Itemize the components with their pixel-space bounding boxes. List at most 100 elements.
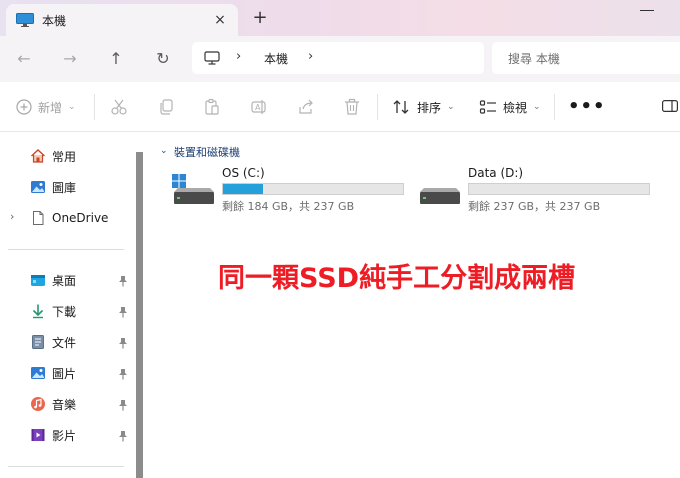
download-arrow-icon <box>32 304 44 319</box>
command-bar: 新增 ⌄ A 排序 ⌄ 檢視 ⌄ ••• <box>0 82 680 132</box>
sidebar-scrollbar[interactable] <box>136 152 143 478</box>
view-label: 檢視 <box>503 100 528 115</box>
sidebar-item-label: 圖庫 <box>52 180 77 195</box>
details-pane-icon[interactable] <box>662 100 678 112</box>
home-icon <box>31 149 45 163</box>
content-pane: ⌄ 裝置和磁碟機 OS (C:) 剩餘 184 GB，共 237 GB Data… <box>146 133 680 478</box>
minimize-button[interactable] <box>640 10 654 11</box>
sidebar-item-label: 文件 <box>52 335 77 350</box>
refresh-button[interactable]: ↻ <box>151 48 175 70</box>
sidebar-item-documents[interactable]: 文件 <box>30 332 76 352</box>
sidebar-divider <box>8 466 124 467</box>
copy-icon <box>160 99 173 115</box>
breadcrumb-this-pc[interactable]: 本機 <box>264 50 288 67</box>
more-options-button[interactable]: ••• <box>568 96 606 117</box>
address-bar[interactable]: › 本機 › <box>192 42 484 74</box>
sidebar-item-label: 影片 <box>52 428 77 443</box>
back-button[interactable]: ← <box>12 48 36 70</box>
view-button[interactable]: 檢視 ⌄ <box>479 96 541 118</box>
collapse-chevron-icon[interactable]: ⌄ <box>160 146 168 156</box>
sidebar-item-onedrive[interactable]: OneDrive <box>30 208 108 228</box>
group-title[interactable]: 裝置和磁碟機 <box>174 144 240 160</box>
tab-title: 本機 <box>42 14 67 28</box>
delete-button[interactable] <box>343 96 361 118</box>
title-bar: 本機 × + <box>0 0 680 36</box>
drive-usage-bar <box>222 183 404 195</box>
cut-button[interactable] <box>110 96 128 118</box>
windows-drive-icon <box>172 174 214 204</box>
share-button[interactable] <box>297 96 315 118</box>
plus-circle-icon <box>16 99 32 115</box>
drive-name: Data (D:) <box>468 166 524 180</box>
drive-c[interactable]: OS (C:) 剩餘 184 GB，共 237 GB <box>172 166 412 216</box>
drive-usage-fill <box>223 184 264 194</box>
close-tab-button[interactable]: × <box>210 10 230 30</box>
address-bar-row: ← → ↑ ↻ › 本機 › 搜尋 本機 <box>0 36 680 82</box>
sidebar-item-gallery[interactable]: 圖庫 <box>30 177 76 197</box>
sidebar-item-pictures[interactable]: 圖片 <box>30 363 76 383</box>
paste-button[interactable] <box>203 96 221 118</box>
sort-arrows-icon <box>393 100 409 114</box>
new-tab-button[interactable]: + <box>250 8 270 28</box>
monitor-icon <box>16 13 34 27</box>
sidebar-item-home[interactable]: 常用 <box>30 146 76 166</box>
music-icon <box>31 397 45 411</box>
expand-chevron-icon[interactable]: › <box>10 210 14 223</box>
share-icon <box>299 99 313 114</box>
sidebar-item-videos[interactable]: 影片 <box>30 425 76 445</box>
up-button[interactable]: ↑ <box>104 48 128 70</box>
trash-icon <box>345 98 359 115</box>
clipboard-icon <box>205 98 219 115</box>
drive-name: OS (C:) <box>222 166 265 180</box>
breadcrumb-separator-icon[interactable]: › <box>236 49 241 64</box>
sidebar-item-label: 常用 <box>52 149 77 164</box>
pictures-icon <box>31 367 45 379</box>
pin-icon[interactable] <box>118 337 128 349</box>
scissors-icon <box>111 99 127 115</box>
pin-icon[interactable] <box>118 275 128 287</box>
sidebar-item-downloads[interactable]: 下載 <box>30 301 76 321</box>
hard-drive-icon <box>420 188 460 204</box>
computer-icon <box>204 51 220 65</box>
annotation-caption: 同一顆SSD純手工分割成兩槽 <box>218 263 576 294</box>
sort-button[interactable]: 排序 ⌄ <box>393 96 455 118</box>
rename-button[interactable]: A <box>250 96 268 118</box>
drive-free-space: 剩餘 237 GB，共 237 GB <box>468 200 601 213</box>
gallery-icon <box>31 181 45 193</box>
tab-this-pc[interactable]: 本機 × <box>6 4 238 36</box>
desktop-folder-icon <box>31 275 45 286</box>
new-button[interactable]: 新增 ⌄ <box>16 96 76 118</box>
toolbar-divider <box>554 94 555 120</box>
video-icon <box>31 429 45 441</box>
document-icon <box>32 335 44 349</box>
pin-icon[interactable] <box>118 306 128 318</box>
drive-usage-bar <box>468 183 650 195</box>
search-box[interactable]: 搜尋 本機 <box>492 42 680 74</box>
drive-free-space: 剩餘 184 GB，共 237 GB <box>222 200 355 213</box>
view-list-icon <box>479 100 496 114</box>
sidebar-divider <box>8 249 124 250</box>
onedrive-file-icon <box>33 211 44 225</box>
sidebar-item-desktop[interactable]: 桌面 <box>30 270 76 290</box>
search-placeholder: 搜尋 本機 <box>508 52 560 66</box>
sort-label: 排序 <box>417 100 442 115</box>
pin-icon[interactable] <box>118 399 128 411</box>
chevron-down-icon: ⌄ <box>68 102 76 112</box>
toolbar-divider <box>94 94 95 120</box>
copy-button[interactable] <box>157 96 175 118</box>
new-label: 新增 <box>38 100 63 115</box>
pin-icon[interactable] <box>118 430 128 442</box>
breadcrumb-separator-icon[interactable]: › <box>308 49 313 64</box>
drive-d[interactable]: Data (D:) 剩餘 237 GB，共 237 GB <box>418 166 658 216</box>
pin-icon[interactable] <box>118 368 128 380</box>
chevron-down-icon: ⌄ <box>533 102 541 112</box>
sidebar-item-label: OneDrive <box>52 211 109 225</box>
rename-icon: A <box>251 100 266 114</box>
chevron-down-icon: ⌄ <box>447 102 455 112</box>
navigation-pane: 常用 圖庫 › OneDrive 桌面 下載 文件 圖片 音樂 影片 <box>0 133 146 478</box>
sidebar-item-label: 下載 <box>52 304 77 319</box>
forward-button[interactable]: → <box>58 48 82 70</box>
toolbar-divider <box>377 94 378 120</box>
sidebar-item-music[interactable]: 音樂 <box>30 394 76 414</box>
sidebar-item-label: 圖片 <box>52 366 77 381</box>
